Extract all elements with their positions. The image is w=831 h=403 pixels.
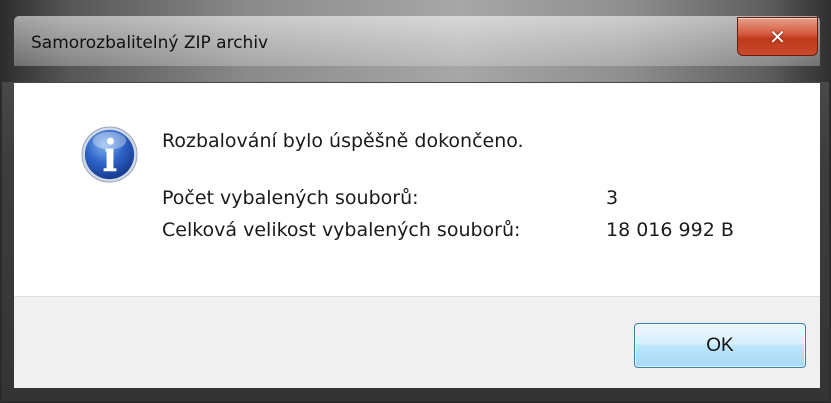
extracted-total-size-value: 18 016 992 B (606, 219, 734, 241)
extracted-files-count-label: Počet vybalených souborů: (162, 187, 419, 209)
completion-message: Rozbalování bylo úspěšně dokončeno. (162, 130, 524, 152)
close-icon: ✕ (769, 24, 786, 49)
window-title: Samorozbalitelný ZIP archiv (31, 33, 269, 53)
ok-button[interactable]: OK (634, 323, 806, 368)
extracted-total-size-label: Celková velikost vybalených souborů: (162, 219, 521, 241)
info-icon (81, 126, 138, 183)
extracted-files-count-value: 3 (606, 187, 619, 209)
close-button[interactable]: ✕ (737, 17, 818, 56)
title-bar[interactable]: Samorozbalitelný ZIP archiv ✕ (2, 0, 831, 82)
dialog-window: Samorozbalitelný ZIP archiv ✕ Rozbalován… (0, 0, 831, 403)
